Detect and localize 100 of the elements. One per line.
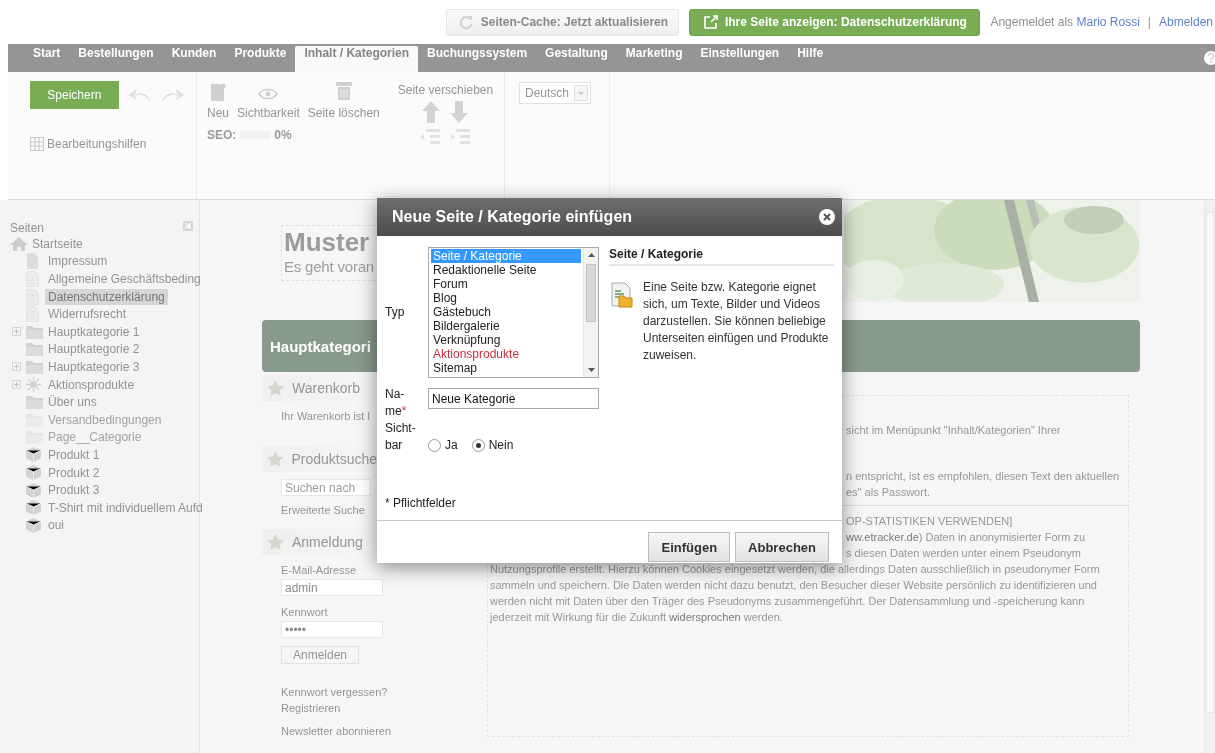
nav-tab[interactable]: Gestaltung xyxy=(536,46,617,72)
editing-aids-label[interactable]: Bearbeitungshilfen xyxy=(47,137,147,151)
nav-tab[interactable]: Hilfe xyxy=(788,46,833,72)
type-option[interactable]: Blog xyxy=(431,291,581,305)
sidebar-title: Seiten xyxy=(10,221,45,235)
plus-icon[interactable] xyxy=(12,327,21,337)
radio-label[interactable]: Nein xyxy=(488,438,514,452)
folder-icon xyxy=(26,395,43,410)
nav-tab[interactable]: Inhalt / Kategorien xyxy=(295,46,419,72)
widget-title: Anmeldung xyxy=(292,534,363,550)
type-option[interactable]: Forum xyxy=(431,277,581,291)
type-option[interactable]: Sitemap xyxy=(431,361,581,375)
indent-icon[interactable] xyxy=(450,127,471,147)
newsletter-link[interactable]: Newsletter abonnieren xyxy=(281,725,392,737)
login-button[interactable]: Anmelden xyxy=(281,646,360,664)
view-page-button[interactable]: Ihre Seite anzeigen: Datenschutzerklärung xyxy=(689,8,981,36)
type-option[interactable]: Redaktionelle Seite xyxy=(431,263,581,277)
privacy-text: werden nicht mit Daten über den Träger des Pseudonyms zusammengeführt. Der Datensammlung und -speicherung kann xyxy=(490,594,1085,609)
arrow-up-icon[interactable] xyxy=(422,101,441,123)
star-icon xyxy=(267,380,284,396)
refresh-cache-button[interactable]: Seiten-Cache: Jetzt aktualisieren xyxy=(446,8,680,36)
field-label: E-Mail-Adresse xyxy=(281,564,357,576)
new-page-button[interactable]: Neu xyxy=(207,83,229,120)
plus-icon[interactable] xyxy=(12,380,21,390)
page-tree-item[interactable]: Hauptkategorie 3 xyxy=(45,358,143,375)
page-tree-item[interactable]: Allgemeine Geschäftsbeding xyxy=(45,271,204,287)
delete-page-button[interactable]: Seite löschen xyxy=(307,81,380,120)
email-field[interactable]: admin xyxy=(281,579,383,596)
scroll-thumb[interactable] xyxy=(586,264,596,322)
description-text: Eine Seite bzw. Kategorie eignet sich, um Texte, Bilder und Videos darzustellen. Sie können beliebige Unterseiten einfügen und Produkte zuweisen. xyxy=(643,279,830,364)
arrow-down-icon[interactable] xyxy=(450,101,469,123)
radio-button[interactable] xyxy=(428,438,441,452)
type-option[interactable]: Aktionsprodukte xyxy=(431,347,581,361)
logout-link[interactable]: Abmelden xyxy=(1158,15,1213,29)
name-field[interactable]: Neue Kategorie xyxy=(428,388,599,409)
register-link[interactable]: Registrieren xyxy=(281,702,341,714)
search-field[interactable]: Suchen nach xyxy=(281,479,371,496)
page-tree-item[interactable]: oui xyxy=(45,517,67,534)
nav-tab[interactable]: Marketing xyxy=(616,46,692,72)
radio-label[interactable]: Ja xyxy=(445,438,458,452)
page-tree-item[interactable]: Produkt 3 xyxy=(45,482,103,499)
nav-tab[interactable]: Produkte xyxy=(225,46,296,72)
page-tree-item[interactable]: Impressum xyxy=(45,253,111,270)
name-label: Na-me* xyxy=(385,386,408,420)
help-icon[interactable] xyxy=(1203,50,1215,66)
text-link[interactable]: widersprochen xyxy=(669,611,741,623)
nav-tab[interactable]: Buchungssystem xyxy=(418,46,537,72)
radio-button[interactable] xyxy=(471,438,485,452)
folder-icon xyxy=(26,324,43,339)
scroll-up-icon[interactable] xyxy=(587,253,595,257)
type-option[interactable]: Bildergalerie xyxy=(431,319,581,333)
privacy-text: sammeln und speichern. Die Daten werden nicht dazu benutzt, den Besucher dieser Website persönlich zu identifizieren und xyxy=(490,578,1097,593)
page-tree-item[interactable]: Über uns xyxy=(45,394,100,411)
page-tree-item[interactable]: Page__Categorie xyxy=(45,429,145,446)
page-tree-item[interactable]: Versandbedingungen xyxy=(45,411,165,428)
nav-tab[interactable]: Start xyxy=(24,46,70,72)
user-link[interactable]: Mario Rossi xyxy=(1076,15,1140,29)
house-icon xyxy=(10,235,28,252)
page-tree-item[interactable]: Widerrufsrecht xyxy=(45,306,130,323)
collapse-panel-icon[interactable] xyxy=(183,221,193,231)
privacy-text: ww.etracker.de) Daten in anonymisierter Form zu xyxy=(846,530,1086,545)
page-tree-item[interactable]: Aktionsprodukte xyxy=(45,376,138,393)
site-slogan: Es geht voran xyxy=(284,258,375,275)
nav-tab[interactable]: Einstellungen xyxy=(691,46,789,72)
type-option[interactable]: Seite / Kategorie xyxy=(431,249,581,263)
page-tree-item[interactable]: Produkt 1 xyxy=(45,446,103,463)
cube-icon xyxy=(26,447,41,463)
outdent-icon[interactable] xyxy=(420,127,441,147)
seo-reading: 0% xyxy=(274,128,292,142)
visibility-button[interactable]: Sichtbarkeit xyxy=(237,87,300,120)
refresh-icon xyxy=(457,14,474,30)
sun-icon xyxy=(26,377,41,393)
page-tree-item[interactable]: Hauptkategorie 1 xyxy=(45,323,143,340)
plus-icon[interactable] xyxy=(12,362,21,372)
insert-button[interactable]: Einfügen xyxy=(648,532,731,562)
close-icon[interactable] xyxy=(818,208,836,226)
type-option[interactable]: Verknüpfung xyxy=(431,333,581,347)
page-tree-item[interactable]: Produkt 2 xyxy=(45,464,103,481)
undo-icon[interactable] xyxy=(126,86,153,104)
nav-tab[interactable]: Bestellungen xyxy=(69,46,163,72)
type-option[interactable]: Gästebuch xyxy=(431,305,581,319)
text-link[interactable]: ww.etracker.de xyxy=(846,531,919,543)
cube-icon xyxy=(26,465,41,480)
nav-tab[interactable]: Kunden xyxy=(162,46,226,72)
page-tree-item[interactable]: Datenschutzerklärung xyxy=(45,288,168,305)
folder-icon xyxy=(26,359,43,374)
language-select[interactable]: Deutsch xyxy=(519,82,591,104)
cube-icon xyxy=(26,517,41,533)
password-field[interactable]: ••••• xyxy=(281,621,383,638)
notice-text: sicht im Menüpunkt "Inhalt/Kategorien" Ihrer xyxy=(846,423,1061,438)
type-listbox[interactable]: Seite / Kategorie Redaktionelle Seite Forum Blog Gästebuch Bildergalerie Verknüpfung Aktionsprodukte Sitemap xyxy=(428,247,599,378)
page-tree-item[interactable]: Startseite xyxy=(29,235,86,252)
advanced-search-link[interactable]: Erweiterte Suche xyxy=(281,504,365,516)
scroll-down-icon[interactable] xyxy=(587,368,595,372)
cancel-button[interactable]: Abbrechen xyxy=(735,532,829,562)
page-tree-item[interactable]: T-Shirt mit individuellem Aufd xyxy=(45,499,206,516)
forgot-password-link[interactable]: Kennwort vergessen? xyxy=(281,686,388,698)
cart-status: Ihr Warenkorb ist l xyxy=(281,410,370,422)
page-tree-item[interactable]: Hauptkategorie 2 xyxy=(45,341,143,358)
save-button[interactable]: Speichern xyxy=(30,81,119,109)
